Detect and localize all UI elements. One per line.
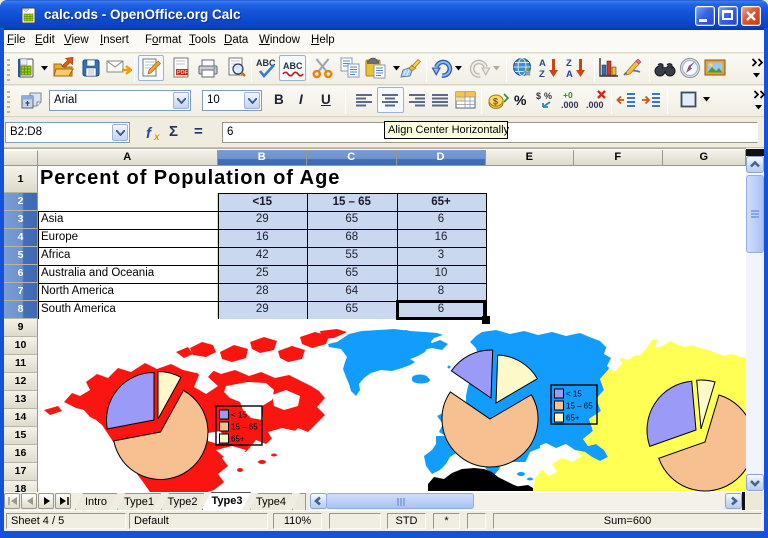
svg-text:< 15: < 15 <box>231 411 247 420</box>
svg-text:A: A <box>539 58 546 69</box>
svg-text:A: A <box>566 69 573 79</box>
svg-text:< 15: < 15 <box>566 390 582 399</box>
svg-text:$: $ <box>493 97 498 107</box>
svg-text:Z: Z <box>566 58 572 69</box>
svg-text:.000: .000 <box>586 100 604 110</box>
svg-text:$: $ <box>536 91 541 101</box>
svg-text:%: % <box>544 91 552 101</box>
svg-text:Z: Z <box>539 69 545 79</box>
svg-text:.000: .000 <box>561 100 579 110</box>
svg-text:15 – 65: 15 – 65 <box>231 423 258 432</box>
svg-text:+0: +0 <box>563 90 573 100</box>
svg-text:f: f <box>146 125 153 142</box>
svg-text:15 – 65: 15 – 65 <box>566 402 593 411</box>
svg-text:65+: 65+ <box>566 414 580 423</box>
svg-text:ABC: ABC <box>283 61 303 71</box>
svg-text:PDF: PDF <box>177 70 189 76</box>
svg-text:x: x <box>153 132 160 142</box>
svg-text:65+: 65+ <box>231 435 245 444</box>
